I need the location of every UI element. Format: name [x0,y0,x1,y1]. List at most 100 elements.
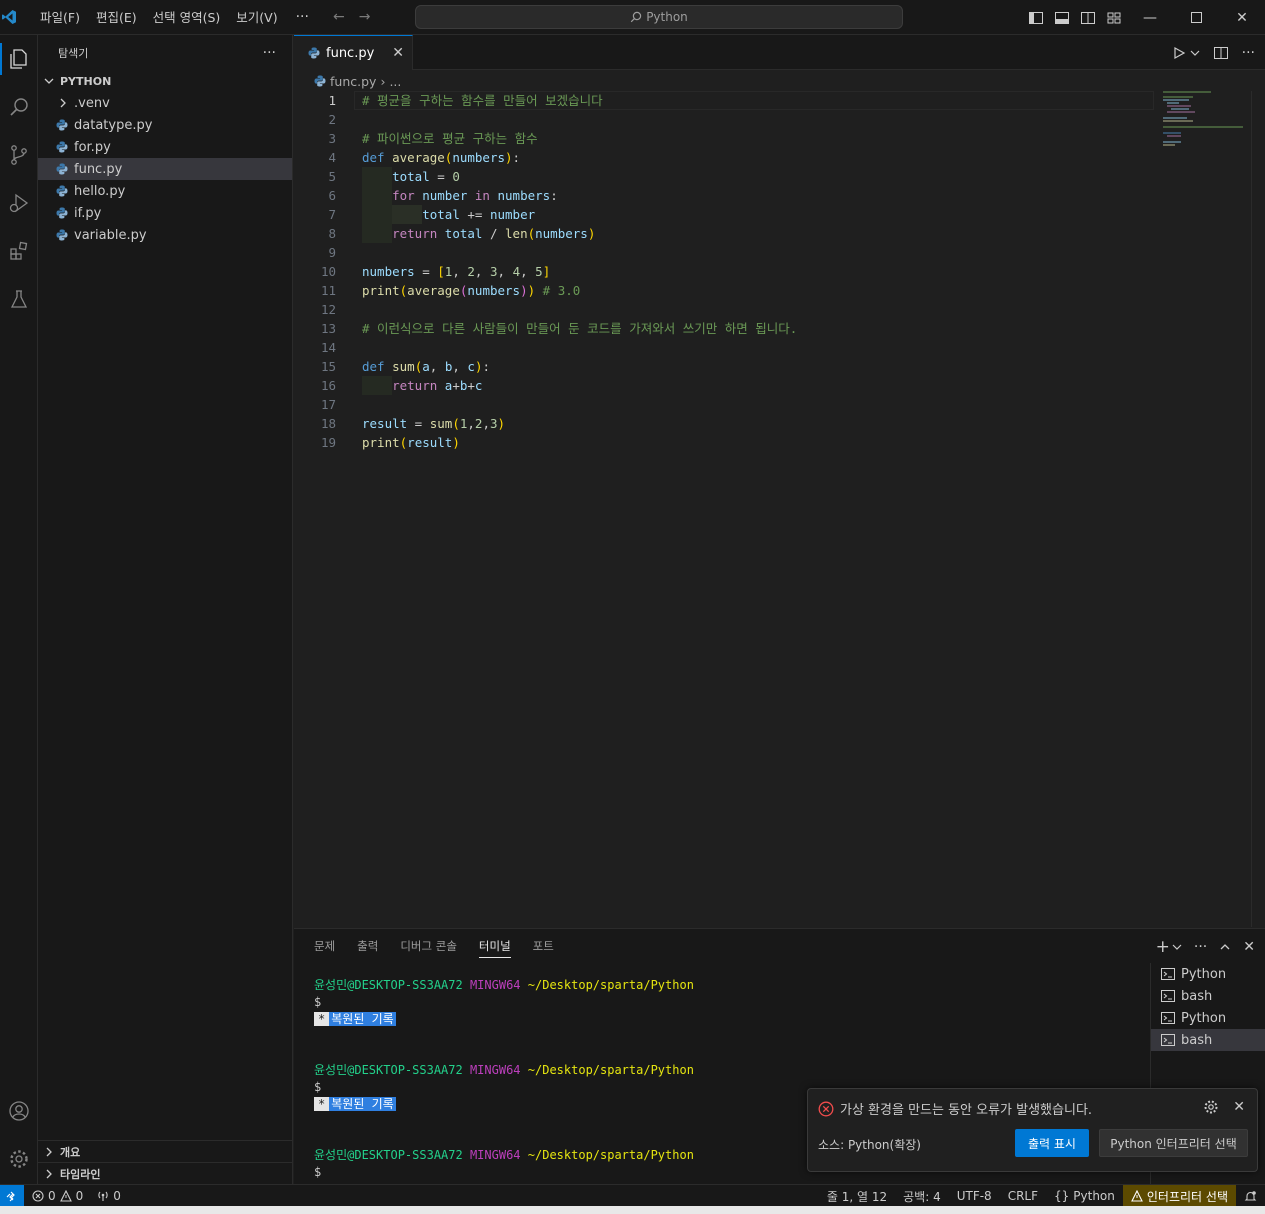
code-line[interactable]: 5 total = 0 [294,167,1154,186]
toggle-secondary-sidebar-icon[interactable] [1075,0,1101,35]
code-line[interactable]: 10 numbers = [1, 2, 3, 4, 5] [294,262,1154,281]
folder-section-python[interactable]: PYTHON [38,70,292,92]
search-icon[interactable] [0,87,38,127]
customize-layout-icon[interactable] [1101,0,1127,35]
terminal-prompt: $ [314,1165,322,1179]
chevron-down-icon[interactable] [1172,942,1182,952]
select-interpreter-status[interactable]: 인터프리터 선택 [1122,1185,1236,1207]
language-mode[interactable]: {} Python [1046,1185,1123,1207]
tree-item[interactable]: .venv [38,92,292,114]
code-line[interactable]: 4 def average(numbers): [294,148,1154,167]
notifications-bell-icon[interactable] [1236,1185,1265,1207]
maximize-panel-icon[interactable] [1219,941,1231,953]
code-line[interactable]: 14 [294,338,1154,357]
notification-settings-gear-icon[interactable] [1203,1099,1219,1115]
end-of-line[interactable]: CRLF [1000,1185,1046,1207]
code-line[interactable]: 1 # 평균을 구하는 함수를 만들어 보겠습니다 [294,91,1154,110]
tree-item[interactable]: datatype.py [38,114,292,136]
code-token: numbers [497,188,551,203]
extensions-icon[interactable] [0,231,38,271]
code-line[interactable]: 2 [294,110,1154,129]
code-line[interactable]: 11 print(average(numbers)) # 3.0 [294,281,1154,300]
explorer-icon[interactable] [0,39,38,79]
close-tab-icon[interactable]: ✕ [392,45,404,61]
minimize-button[interactable]: — [1127,0,1173,35]
ports-indicator[interactable]: 0 [97,1185,121,1207]
sidebar-more-button[interactable]: ··· [263,45,276,61]
panel-tab[interactable]: 출력 [357,929,378,964]
code-editor[interactable]: 1 # 평균을 구하는 함수를 만들어 보겠습니다 2 3 # 파이썬으로 평균 구하는… [294,91,1265,927]
tree-item[interactable]: func.py [38,158,292,180]
remote-indicator-icon[interactable] [0,1185,24,1207]
code-line[interactable]: 8 return total / len(numbers) [294,224,1154,243]
tab-func-py[interactable]: func.py ✕ [294,35,413,70]
code-token: # 파이썬으로 평균 구하는 함수 [362,131,538,146]
menu-view[interactable]: 보기(V) [228,0,285,35]
terminal-list-item[interactable]: bash [1151,985,1265,1007]
show-output-button[interactable]: 출력 표시 [1015,1129,1089,1157]
menu-file[interactable]: 파일(F) [32,0,88,35]
code-line[interactable]: 9 [294,243,1154,262]
run-debug-icon[interactable] [0,183,38,223]
code-line[interactable]: 16 return a+b+c [294,376,1154,395]
code-token: 3 [489,264,498,279]
code-token: # 3.0 [542,283,581,298]
code-line[interactable]: 19 print(result) [294,433,1154,452]
code-line[interactable]: 18 result = sum(1,2,3) [294,414,1154,433]
minimap[interactable] [1163,91,1253,151]
code-line[interactable]: 15 def sum(a, b, c): [294,357,1154,376]
indentation[interactable]: 공백: 4 [895,1185,949,1207]
sidebar-title: 탐색기 [58,46,89,60]
tree-item[interactable]: variable.py [38,224,292,246]
cursor-position[interactable]: 줄 1, 열 12 [819,1185,895,1207]
tree-item[interactable]: hello.py [38,180,292,202]
code-line[interactable]: 17 [294,395,1154,414]
code-line[interactable]: 13 # 이런식으로 다른 사람들이 만들어 둔 코드를 가져와서 쓰기만 하면 … [294,319,1154,338]
settings-gear-icon[interactable] [0,1139,38,1179]
run-python-icon[interactable] [1172,46,1186,60]
editor-more-icon[interactable]: ··· [1242,45,1255,61]
menu-selection[interactable]: 선택 영역(S) [145,0,229,35]
code-line[interactable]: 7 total += number [294,205,1154,224]
terminal-list-item[interactable]: Python [1151,1007,1265,1029]
select-interpreter-button[interactable]: Python 인터프리터 선택 [1099,1129,1248,1157]
panel-tab[interactable]: 디버그 콘솔 [400,929,457,964]
split-editor-icon[interactable] [1213,46,1228,60]
panel-tab[interactable]: 포트 [533,929,554,964]
close-notification-icon[interactable]: ✕ [1233,1099,1245,1115]
code-line[interactable]: 6 for number in numbers: [294,186,1154,205]
maximize-button[interactable] [1173,0,1219,35]
code-line[interactable]: 12 [294,300,1154,319]
editor-scrollbar[interactable] [1251,91,1265,927]
tree-item[interactable]: if.py [38,202,292,224]
code-line[interactable]: 3 # 파이썬으로 평균 구하는 함수 [294,129,1154,148]
terminal-list-label: Python [1181,966,1227,982]
new-terminal-icon[interactable]: + [1156,937,1170,957]
close-panel-icon[interactable]: ✕ [1243,939,1255,955]
chevron-down-icon[interactable] [1190,48,1200,58]
panel-more-icon[interactable]: ··· [1194,939,1207,955]
testing-flask-icon[interactable] [0,279,38,319]
breadcrumb-symbol[interactable]: ... [389,74,401,89]
outline-section[interactable]: 개요 [38,1140,293,1162]
breadcrumb-file[interactable]: func.py [330,74,376,89]
panel-tab[interactable]: 문제 [314,929,335,964]
timeline-section[interactable]: 타임라인 [38,1162,293,1184]
panel-tab[interactable]: 터미널 [478,929,511,964]
terminal-list-item[interactable]: bash [1151,1029,1265,1051]
terminal-list-item[interactable]: Python [1151,963,1265,985]
toggle-panel-icon[interactable] [1049,0,1075,35]
source-control-icon[interactable] [0,135,38,175]
forward-arrow-icon[interactable]: → [359,9,371,25]
tree-item[interactable]: for.py [38,136,292,158]
problems-indicator[interactable]: 0 0 [32,1185,83,1207]
close-window-button[interactable]: ✕ [1219,0,1265,35]
account-icon[interactable] [0,1091,38,1131]
encoding[interactable]: UTF-8 [949,1185,1000,1207]
terminal-prompt: $ [314,995,322,1009]
menu-more[interactable]: ··· [286,0,319,35]
back-arrow-icon[interactable]: ← [333,9,345,25]
menu-edit[interactable]: 편집(E) [88,0,145,35]
toggle-sidebar-icon[interactable] [1023,0,1049,35]
command-center-search[interactable]: Python [415,5,903,29]
